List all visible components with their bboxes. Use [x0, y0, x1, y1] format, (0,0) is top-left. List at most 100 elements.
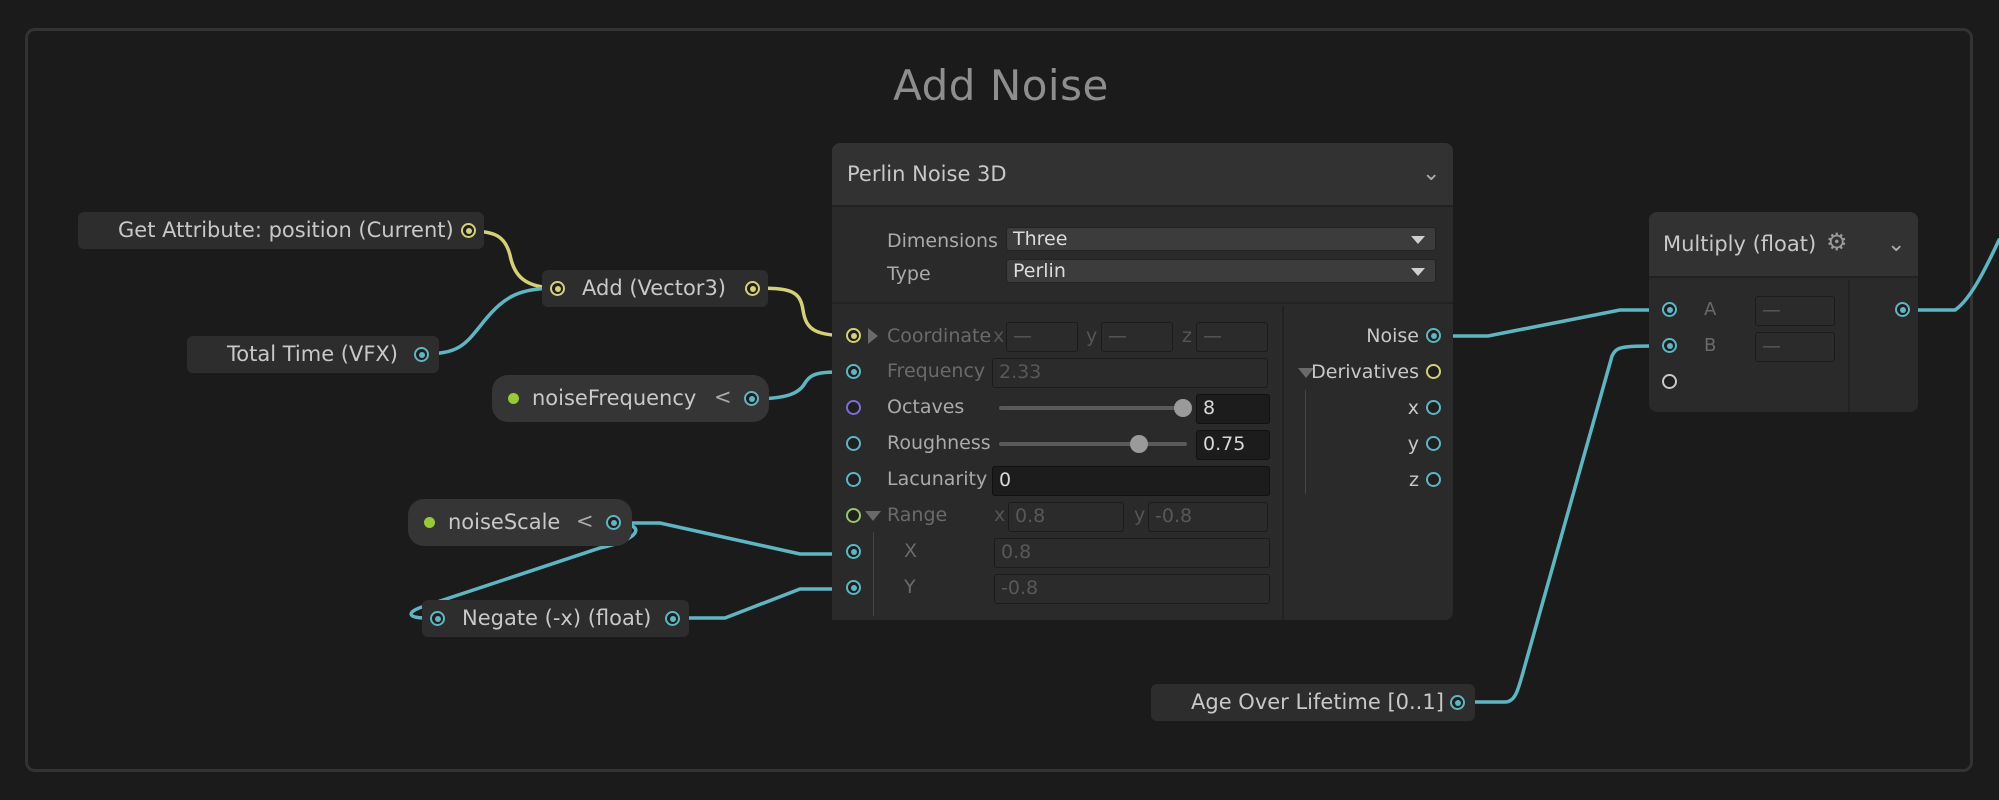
coord-z-label: z [1182, 325, 1192, 347]
wire-age-to-multiply-b [1456, 344, 1672, 704]
node-noise-frequency[interactable]: noiseFrequency < [492, 375, 769, 422]
range-tree-line [873, 532, 874, 616]
multiply-inputs: A — B — [1649, 280, 1850, 412]
derivative-z-port[interactable] [1426, 472, 1441, 487]
add-output-port[interactable] [745, 281, 760, 296]
dimensions-value: Three [1013, 228, 1068, 250]
multiply-a-port[interactable] [1662, 302, 1677, 317]
derivative-x-port[interactable] [1426, 400, 1441, 415]
node-noise-scale[interactable]: noiseScale < [408, 499, 632, 546]
type-label: Type [887, 263, 931, 285]
wire-noise-to-multiply-a [1436, 308, 1672, 338]
wire-negate-to-Y [671, 587, 855, 620]
lacunarity-input-port[interactable] [846, 472, 861, 487]
multiply-title: Multiply (float) [1663, 232, 1817, 256]
roughness-input-port[interactable] [846, 436, 861, 451]
multiply-output-port[interactable] [1895, 302, 1910, 317]
octaves-field[interactable]: 8 [1196, 394, 1270, 424]
range-y-field[interactable]: -0.8 [1148, 502, 1268, 532]
frequency-field[interactable]: 2.33 [992, 358, 1268, 388]
exposed-property-dot [508, 393, 519, 404]
octaves-input-port[interactable] [846, 400, 861, 415]
octaves-slider-track[interactable] [999, 406, 1183, 410]
get-attribute-output-port[interactable] [461, 223, 476, 238]
wire-scale-to-X [612, 521, 855, 556]
node-add-vector3[interactable]: Add (Vector3) [542, 270, 768, 307]
negate-input-port[interactable] [430, 611, 445, 626]
multiply-add-operand-port[interactable] [1662, 374, 1677, 389]
coord-y-label: y [1086, 325, 1098, 347]
roughness-label: Roughness [887, 432, 991, 454]
range-Y-input-port[interactable] [846, 580, 861, 595]
noise-output-port[interactable] [1426, 328, 1441, 343]
age-output-port[interactable] [1450, 695, 1465, 710]
lacunarity-field[interactable]: 0 [992, 466, 1270, 496]
octaves-label: Octaves [887, 396, 965, 418]
derivatives-output-port[interactable] [1426, 364, 1441, 379]
noise-scale-output-port[interactable] [606, 515, 621, 530]
range-X-label: X [904, 540, 918, 562]
chevron-left-icon[interactable]: < [576, 509, 594, 533]
noise-output-label: Noise [1366, 325, 1419, 347]
range-X-field[interactable]: 0.8 [994, 538, 1270, 568]
range-x-label: x [994, 504, 1006, 526]
node-get-attribute[interactable]: Get Attribute: position (Current) [78, 212, 484, 249]
frequency-label: Frequency [887, 360, 986, 382]
roughness-slider-track[interactable] [999, 442, 1187, 446]
derivative-y-port[interactable] [1426, 436, 1441, 451]
gear-icon[interactable]: ⚙ [1826, 228, 1848, 256]
coord-z-field[interactable]: — [1196, 322, 1268, 352]
noise-frequency-output-port[interactable] [744, 391, 759, 406]
range-Y-field[interactable]: -0.8 [994, 574, 1270, 604]
derivatives-tree-line [1305, 390, 1306, 494]
perlin-header[interactable]: Perlin Noise 3D ⌄ [832, 143, 1453, 207]
multiply-b-field[interactable]: — [1755, 332, 1835, 362]
coordinate-input-port[interactable] [846, 328, 861, 343]
node-perlin-noise-3d[interactable]: Perlin Noise 3D ⌄ Dimensions Three Type … [832, 143, 1453, 620]
perlin-outputs: Noise Derivatives x y z [1286, 306, 1453, 620]
node-noise-scale-label: noiseScale [448, 510, 561, 534]
derivative-z-label: z [1409, 469, 1419, 491]
node-age-over-lifetime-label: Age Over Lifetime [0..1] [1191, 690, 1444, 714]
chevron-left-icon[interactable]: < [714, 385, 732, 409]
node-add-vector3-label: Add (Vector3) [582, 276, 726, 300]
derivative-x-label: x [1407, 397, 1419, 419]
negate-output-port[interactable] [665, 611, 680, 626]
perlin-inputs: Coordinate x — y — z — Frequency 2.33 Oc… [832, 306, 1284, 620]
node-get-attribute-label: Get Attribute: position (Current) [118, 218, 454, 242]
node-multiply-float[interactable]: Multiply (float) ⚙ ⌄ A — B — [1649, 212, 1918, 412]
roughness-slider-knob[interactable] [1130, 435, 1148, 453]
dimensions-dropdown[interactable]: Three [1006, 227, 1436, 251]
node-age-over-lifetime[interactable]: Age Over Lifetime [0..1] [1151, 684, 1475, 721]
multiply-a-field[interactable]: — [1755, 296, 1835, 326]
expand-triangle-icon[interactable] [868, 328, 878, 344]
range-input-port[interactable] [846, 508, 861, 523]
coord-x-label: x [993, 325, 1005, 347]
chevron-down-icon[interactable]: ⌄ [1887, 232, 1905, 257]
range-label: Range [887, 504, 948, 526]
add-input-port[interactable] [550, 281, 565, 296]
multiply-b-port[interactable] [1662, 338, 1677, 353]
node-total-time[interactable]: Total Time (VFX) [187, 336, 439, 373]
coord-y-field[interactable]: — [1101, 322, 1173, 352]
coordinate-label: Coordinate [887, 325, 992, 347]
frequency-input-port[interactable] [846, 364, 861, 379]
range-X-input-port[interactable] [846, 544, 861, 559]
type-dropdown[interactable]: Perlin [1006, 259, 1436, 283]
range-x-field[interactable]: 0.8 [1008, 502, 1124, 532]
derivative-y-label: y [1407, 433, 1419, 455]
multiply-a-label: A [1704, 299, 1717, 320]
perlin-settings: Dimensions Three Type Perlin [832, 209, 1453, 304]
range-Y-label: Y [904, 576, 916, 598]
roughness-field[interactable]: 0.75 [1196, 430, 1270, 460]
multiply-header[interactable]: Multiply (float) ⚙ ⌄ [1649, 212, 1918, 278]
exposed-property-dot [424, 517, 435, 528]
lacunarity-label: Lacunarity [887, 468, 988, 490]
chevron-down-icon[interactable]: ⌄ [1422, 161, 1440, 186]
node-negate[interactable]: Negate (-x) (float) [422, 600, 689, 637]
collapse-triangle-icon[interactable] [865, 511, 881, 521]
octaves-slider-knob[interactable] [1174, 399, 1192, 417]
total-time-output-port[interactable] [414, 347, 429, 362]
coord-x-field[interactable]: — [1006, 322, 1078, 352]
wire-time-to-add [420, 286, 559, 356]
